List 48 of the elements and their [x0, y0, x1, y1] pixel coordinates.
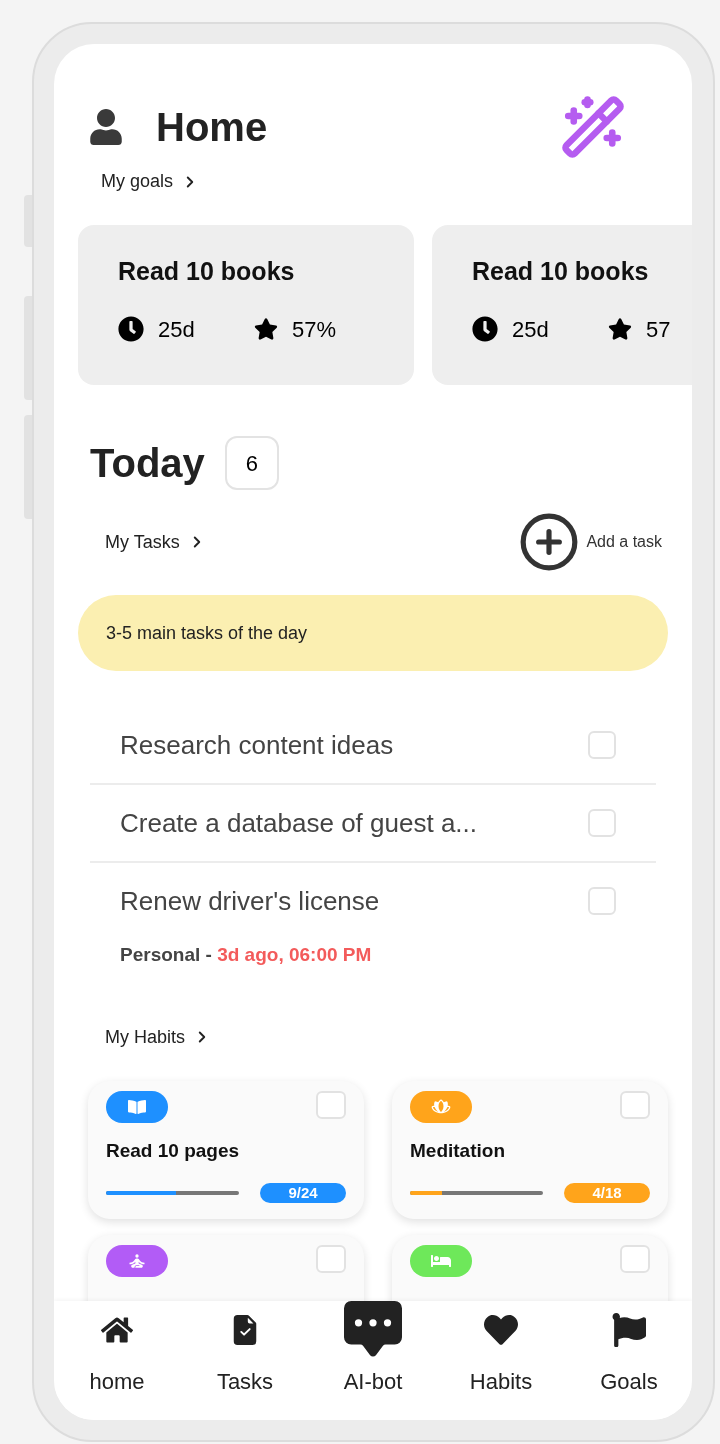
- progress-count: 4/18: [564, 1183, 650, 1203]
- user-icon[interactable]: [88, 109, 124, 145]
- habit-name: Meditation: [410, 1138, 506, 1163]
- nav-item[interactable]: Habits: [446, 1301, 556, 1398]
- task-title[interactable]: Create a database of guest a...: [120, 803, 478, 843]
- page-title: Home: [156, 104, 268, 151]
- task-meta: Personal - 3d ago, 06:00 PM: [120, 943, 373, 967]
- flag-icon: [612, 1313, 646, 1347]
- days-left: 25d: [512, 315, 550, 344]
- checkbox[interactable]: [620, 1090, 650, 1119]
- nav-item[interactable]: Tasks: [190, 1301, 300, 1398]
- nav-item[interactable]: AI-bot: [318, 1301, 428, 1398]
- nav-item[interactable]: home: [62, 1301, 172, 1398]
- goals-link[interactable]: My goals: [101, 168, 200, 195]
- goal-title: Read 10 books: [118, 256, 296, 287]
- clock-icon: [472, 316, 498, 342]
- habits-link[interactable]: My Habits: [105, 1023, 211, 1051]
- checkbox[interactable]: [588, 731, 616, 759]
- section-title: Today: [90, 440, 205, 487]
- goal-title: Read 10 books: [472, 256, 650, 287]
- goal-card[interactable]: Read 10 books 25d 57: [432, 225, 692, 385]
- clock-icon: [118, 316, 144, 342]
- magic-wand-icon[interactable]: [560, 94, 626, 160]
- task-title[interactable]: Renew driver's license: [120, 881, 380, 921]
- star-icon: [608, 317, 632, 341]
- tip-banner: 3-5 main tasks of the day: [78, 595, 668, 671]
- tasks-link[interactable]: My Tasks: [105, 528, 206, 556]
- goal-percent: 57%: [292, 315, 337, 344]
- chat-icon: [344, 1301, 402, 1359]
- task-count: 6: [224, 436, 279, 490]
- checkbox[interactable]: [620, 1244, 650, 1273]
- heart-icon: [484, 1313, 518, 1347]
- nav-item[interactable]: Goals: [574, 1301, 684, 1398]
- checkbox[interactable]: [316, 1244, 346, 1273]
- habit-name: Read 10 pages: [106, 1138, 241, 1163]
- checkbox[interactable]: [588, 809, 616, 837]
- checkbox[interactable]: [588, 887, 616, 915]
- habit-card[interactable]: Meditation 4/18: [392, 1080, 668, 1219]
- task-title[interactable]: Research content ideas: [120, 725, 394, 765]
- goal-percent: 57: [646, 315, 671, 344]
- goal-card[interactable]: Read 10 books 25d 57%: [78, 225, 414, 385]
- progress-count: 9/24: [260, 1183, 346, 1203]
- add-task-button[interactable]: Add a task: [518, 511, 662, 573]
- star-icon: [254, 317, 278, 341]
- days-left: 25d: [158, 315, 196, 344]
- checkbox[interactable]: [316, 1090, 346, 1119]
- habit-card[interactable]: Read 10 pages 9/24: [88, 1080, 364, 1219]
- book-icon: [128, 1097, 146, 1116]
